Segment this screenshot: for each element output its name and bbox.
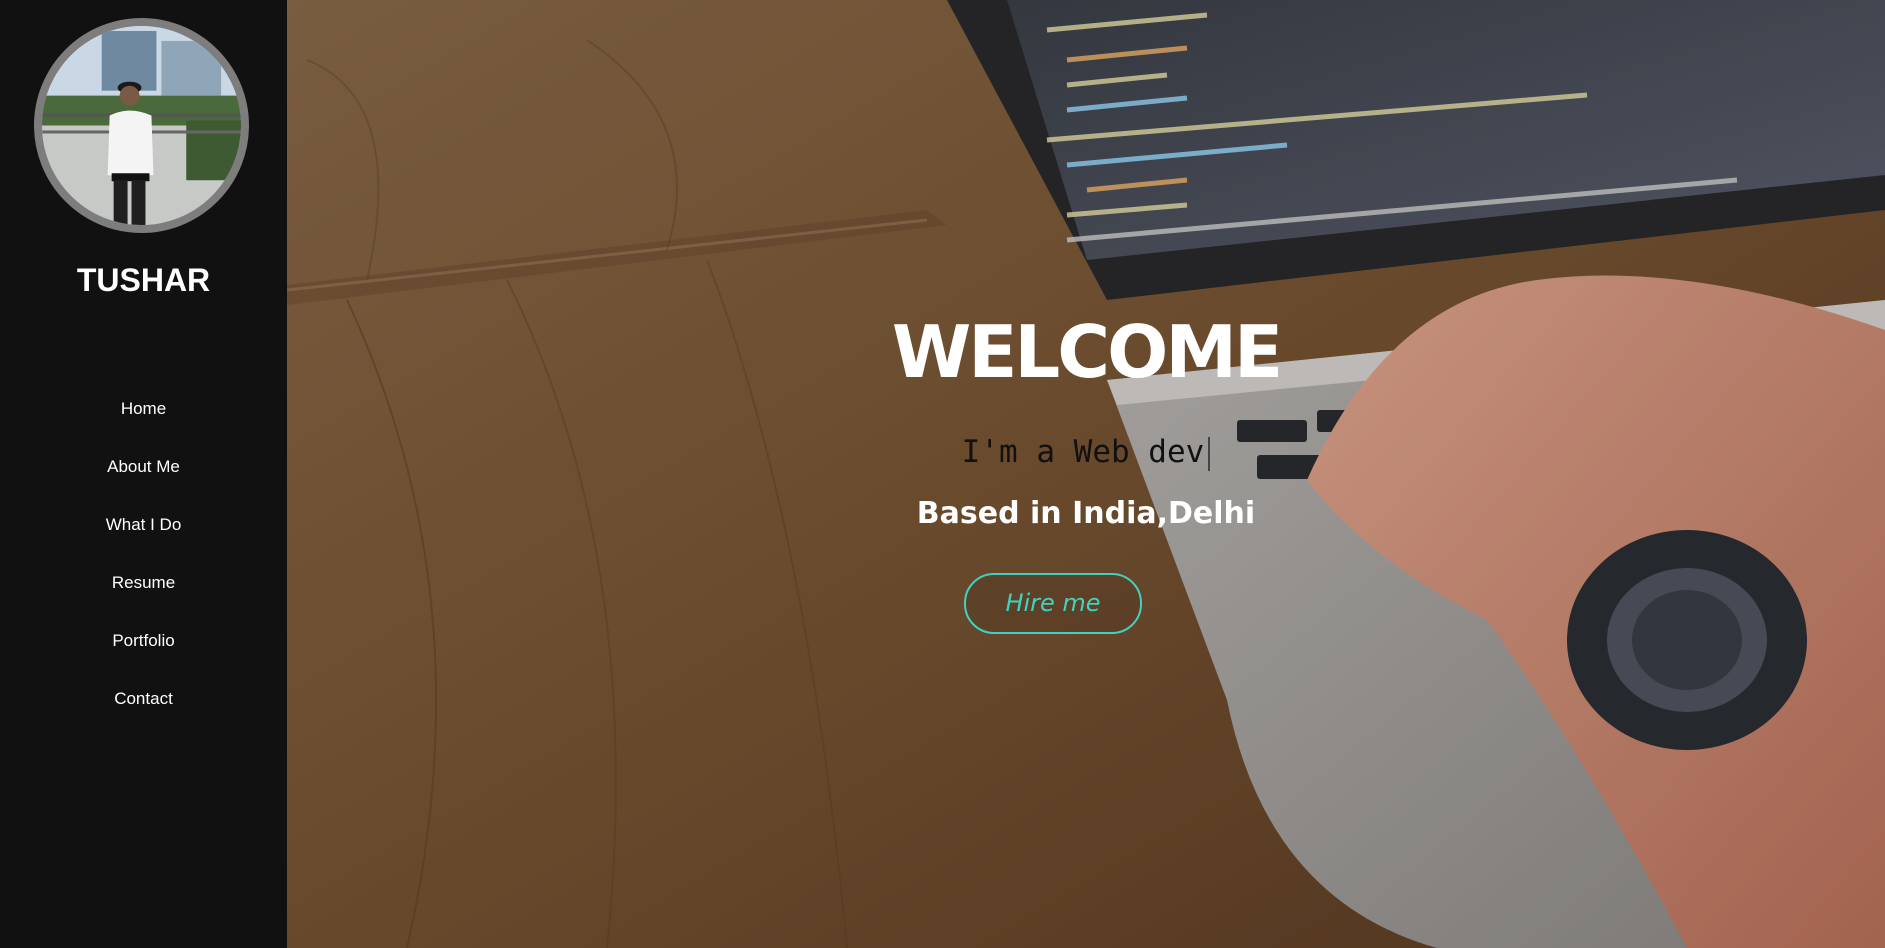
hire-me-button[interactable]: Hire me <box>964 573 1142 634</box>
nav-item-portfolio[interactable]: Portfolio <box>0 622 287 680</box>
brand-name: TUSHAR <box>76 262 211 298</box>
nav-item-what-i-do[interactable]: What I Do <box>0 506 287 564</box>
app-root: TUSHAR Home About Me What I Do Resume Po… <box>0 0 1885 948</box>
nav-item-home[interactable]: Home <box>0 390 287 448</box>
location-text: Based in India,Delhi <box>916 496 1256 531</box>
avatar <box>34 18 249 233</box>
hero-title: WELCOME <box>891 310 1283 394</box>
hero-section: WELCOME I'm a Web dev Based in India,Del… <box>287 0 1885 948</box>
main-nav: Home About Me What I Do Resume Portfolio… <box>0 390 287 738</box>
nav-item-contact[interactable]: Contact <box>0 680 287 738</box>
nav-item-resume[interactable]: Resume <box>0 564 287 622</box>
nav-item-about-me[interactable]: About Me <box>0 448 287 506</box>
typed-tagline: I'm a Web dev <box>287 432 1885 472</box>
typed-text: I'm a Web dev <box>961 434 1205 470</box>
sidebar: TUSHAR Home About Me What I Do Resume Po… <box>0 0 287 948</box>
hero-background-image <box>287 0 1885 948</box>
typing-cursor <box>1208 436 1211 471</box>
